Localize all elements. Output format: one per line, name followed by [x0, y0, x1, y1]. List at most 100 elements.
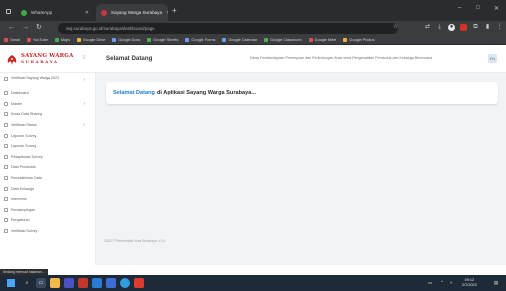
task-view-icon[interactable]: ▭ — [36, 278, 46, 288]
bookmark-favicon-icon — [147, 38, 152, 42]
bookmark-item[interactable]: Google Sheets — [147, 38, 178, 42]
sidebar-item[interactable]: Verifikasi Sayang Warga 2023 › — [0, 73, 95, 88]
welcome-message: di Aplikasi Sayang Warga Surabaya... — [156, 90, 257, 96]
sidebar-item-label: Laporan Survey — [11, 133, 37, 138]
whatsapp-icon — [21, 9, 27, 16]
tab-search-icon[interactable] — [6, 9, 11, 14]
sidebar-item[interactable]: Laporan Survey — [0, 141, 95, 152]
chrome-icon[interactable] — [120, 278, 130, 288]
bookmark-item[interactable]: Maps — [54, 38, 70, 42]
windows-start-icon[interactable] — [6, 278, 16, 288]
bookmark-item[interactable]: Google Drive — [77, 38, 105, 42]
bookmark-label: Google Calendar — [228, 38, 258, 42]
browser-toolbar: ← → ↻ swj.surabaya.go.id/surabaya/dashbo… — [0, 21, 506, 36]
bookmark-item[interactable]: YouTube — [26, 38, 48, 42]
calculator-icon[interactable] — [106, 278, 116, 288]
bookmark-item[interactable]: Google Calendar — [222, 38, 257, 42]
chevron-right-icon[interactable]: › — [83, 101, 85, 107]
close-icon[interactable]: ✕ — [81, 10, 89, 16]
extension-icon[interactable]: ⇄ — [424, 24, 431, 31]
sidebar-item-label: Verifikasi Survey — [11, 229, 38, 234]
search-icon[interactable]: ⌕ — [22, 278, 32, 288]
sidebar-item[interactable]: Data Penduduk — [0, 162, 95, 173]
sidebar-item[interactable]: Laporan Survey — [0, 130, 95, 141]
menu-item-icon — [4, 229, 8, 234]
bookmark-item[interactable]: Google Classroom — [264, 38, 302, 42]
bookmark-favicon-icon — [222, 38, 227, 42]
forward-icon[interactable]: → — [22, 24, 29, 32]
minimize-icon[interactable]: – — [458, 5, 461, 11]
reload-icon[interactable]: ↻ — [36, 24, 42, 32]
sidebar-item[interactable]: Rekapitulasi Survey — [0, 152, 95, 163]
app-icon[interactable] — [64, 278, 74, 288]
sidebar-item-label: Laporan Survey — [11, 144, 37, 149]
puzzle-icon[interactable]: ⧉ — [472, 24, 479, 31]
sidebar-item[interactable]: Master › — [0, 99, 95, 110]
sidebar-item[interactable]: Verifikasi Survey — [0, 226, 95, 237]
download-icon[interactable]: ⤓ — [436, 24, 443, 31]
pdf-app-icon[interactable] — [134, 278, 144, 288]
sidebar-item-label: Master — [11, 101, 22, 106]
sidebar-item[interactable]: Verifikasi Status › — [0, 120, 95, 131]
bookmark-item[interactable]: Google Meet — [308, 38, 337, 42]
sidebar-item-label: Data Penduduk — [11, 165, 36, 170]
bookmarks-bar: Gmail YouTube Maps Google Drive Google Docs G… — [0, 36, 506, 45]
sidebar-panel-icon[interactable]: ▮ — [484, 24, 491, 31]
tray-chevron-icon[interactable]: ⌃ — [440, 280, 444, 286]
tray-display-icon[interactable]: ▭ — [428, 280, 432, 286]
page-title: Selamat Datang — [106, 55, 153, 62]
bookmark-label: Google Classroom — [270, 38, 302, 42]
acrobat-icon[interactable] — [78, 278, 88, 288]
maximize-icon[interactable]: □ — [476, 5, 480, 11]
sidebar-item[interactable]: Intervensi — [0, 194, 95, 205]
wifi-icon[interactable]: ≈ — [450, 280, 452, 285]
back-icon[interactable]: ← — [8, 24, 15, 32]
sidebar-item[interactable]: Data Keluarga — [0, 183, 95, 194]
bookmark-item[interactable]: Gmail — [4, 38, 20, 42]
sidebar-item[interactable]: Dashboard — [0, 88, 95, 99]
star-icon[interactable]: ☆ — [392, 24, 399, 31]
language-badge[interactable]: EN — [488, 54, 497, 63]
bookmark-item[interactable]: Google Docs — [112, 38, 140, 42]
menu-item-icon — [4, 207, 8, 212]
menu-icon[interactable]: ⋮ — [496, 24, 503, 31]
sidebar-item-label: Pemutakhiran Data — [11, 176, 42, 181]
sidebar-item[interactable]: Pengaturan — [0, 215, 95, 226]
bookmark-label: Google Meet — [314, 38, 337, 42]
notification-icon[interactable]: ▤ — [494, 280, 498, 286]
sidebar-item[interactable]: Kuota Data Sharing — [0, 109, 95, 120]
file-explorer-icon[interactable] — [50, 278, 60, 288]
menu-item-icon — [4, 154, 8, 159]
sidebar-item-label: Intervensi — [11, 197, 27, 202]
sidebar-item-label: Kuota Data Sharing — [11, 112, 43, 117]
chevron-right-icon[interactable]: › — [83, 122, 85, 128]
record-icon[interactable]: ● — [448, 24, 455, 31]
new-tab-button[interactable]: + — [172, 7, 177, 15]
tab-sayang-warga[interactable]: Sayang Warga Surabaya ✕ — [96, 4, 168, 21]
tab-whatsapp[interactable]: WhatsApp ✕ — [16, 4, 94, 21]
sidebar-item[interactable]: Pendampingan — [0, 205, 95, 216]
bookmark-label: Google Drive — [83, 38, 106, 42]
sidebar-item-label: Dashboard — [11, 91, 29, 96]
site-favicon-icon — [101, 9, 107, 16]
page-subtitle: Dinas Pemberdayaan Perempuan dan Perlind… — [250, 56, 433, 60]
close-icon[interactable]: ✕ — [162, 10, 168, 16]
sidebar-item-label: Verifikasi Status — [11, 123, 37, 128]
bookmark-favicon-icon — [185, 38, 190, 42]
hamburger-menu-icon[interactable]: ≡ — [80, 54, 88, 63]
sidebar-item[interactable]: Pemutakhiran Data — [0, 173, 95, 184]
pdf-extension-icon[interactable] — [460, 24, 467, 31]
system-clock[interactable]: 09:12 2/7/2023 — [462, 278, 477, 288]
word-icon[interactable] — [92, 278, 102, 288]
menu-item-icon — [4, 218, 8, 223]
browser-tabstrip: WhatsApp ✕ Sayang Warga Surabaya ✕ + – □… — [0, 0, 506, 21]
bookmark-item[interactable]: Google Photos — [343, 38, 375, 42]
sidebar-item-label: Pengaturan — [11, 218, 30, 223]
chevron-right-icon[interactable]: › — [83, 77, 85, 83]
menu-item-icon — [4, 123, 8, 128]
close-window-icon[interactable]: ✕ — [494, 5, 499, 12]
main-content: Selamat Datang di Aplikasi Sayang Warga … — [96, 73, 506, 265]
bookmark-item[interactable]: Google Forms — [185, 38, 215, 42]
bookmark-label: YouTube — [32, 38, 48, 42]
address-bar[interactable]: swj.surabaya.go.id/surabaya/dashboard/pa… — [58, 23, 398, 34]
